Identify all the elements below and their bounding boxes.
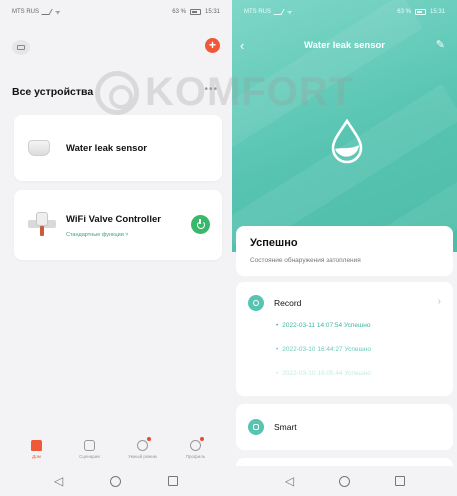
smart-card[interactable]: Smart	[236, 404, 453, 450]
standard-functions-dropdown[interactable]: Стандартные функции ˅	[66, 232, 129, 238]
tab-home[interactable]: Дом	[15, 440, 59, 459]
leak-sensor-icon	[28, 140, 50, 156]
valve-icon	[28, 212, 56, 236]
sensor-detail-screen: MTS RUS ᯤ 63 % 15:31 ‹ Water leak sensor…	[232, 0, 457, 496]
record-label: Record	[274, 298, 302, 308]
system-nav-bar: ◁	[232, 466, 457, 496]
page-title: Water leak sensor	[304, 40, 385, 51]
nav-home-button[interactable]	[107, 472, 125, 490]
clock: 15:31	[204, 9, 220, 15]
status-bar: MTS RUS ᯤ 63 % 15:31	[0, 0, 232, 24]
record-entry: 2022-03-11 14:07:54 Успешно	[276, 322, 370, 329]
device-list-screen: MTS RUS ᯤ 63 % 15:31 + Все устройства ••…	[0, 0, 232, 496]
device-name: WiFi Valve Controller	[66, 214, 161, 225]
water-drop-icon	[331, 118, 363, 164]
tab-label: Профиль	[185, 454, 206, 459]
tab-smart[interactable]: Умный режим	[121, 437, 165, 459]
status-description: Состояние обнаружения затопления	[250, 257, 361, 264]
clock: 15:31	[429, 9, 445, 15]
edit-pencil-icon[interactable]: ✎	[436, 38, 445, 51]
detection-status-card: Успешно Состояние обнаружения затопления	[236, 226, 453, 276]
battery-icon	[414, 9, 426, 15]
wifi-icon: ᯤ	[287, 10, 293, 16]
smart-icon	[137, 437, 151, 451]
tab-label: Умный режим	[128, 454, 157, 459]
tab-label: Дом	[32, 454, 41, 459]
scenes-icon	[84, 440, 95, 451]
smart-label: Smart	[274, 422, 297, 432]
carrier-label: MTS RUS	[12, 9, 39, 15]
tab-profile[interactable]: Профиль	[174, 437, 218, 459]
nav-back-button[interactable]: ◁	[281, 472, 299, 490]
record-entry: 2022-03-10 16:44:27 Успешно	[276, 346, 371, 353]
nav-recent-button[interactable]	[391, 472, 409, 490]
all-devices-title: Все устройства	[12, 86, 94, 98]
status-bar: MTS RUS ᯤ 63 % 15:31	[232, 0, 457, 24]
device-card-water-leak-sensor[interactable]: Water leak sensor	[14, 115, 222, 181]
wifi-icon: ᯤ	[55, 10, 61, 16]
record-card[interactable]: Record › 2022-03-11 14:07:54 Успешно 202…	[236, 282, 453, 396]
power-toggle-button[interactable]	[191, 215, 210, 234]
status-value: Успешно	[250, 237, 298, 249]
home-icon	[31, 440, 42, 451]
nav-back-button[interactable]: ◁	[50, 472, 68, 490]
battery-icon	[189, 9, 201, 15]
add-device-button[interactable]: +	[205, 38, 220, 53]
carrier-label: MTS RUS	[244, 9, 271, 15]
profile-icon	[190, 437, 204, 451]
more-horizontal-icon[interactable]: •••	[204, 84, 218, 95]
nav-recent-button[interactable]	[164, 472, 182, 490]
signal-icon	[41, 9, 53, 15]
smart-icon	[248, 419, 264, 435]
system-nav-bar: ◁	[0, 466, 232, 496]
sensor-header: MTS RUS ᯤ 63 % 15:31 ‹ Water leak sensor…	[232, 0, 457, 252]
device-card-wifi-valve-controller[interactable]: WiFi Valve Controller Стандартные функци…	[14, 190, 222, 260]
home-hub-icon[interactable]	[12, 40, 30, 55]
record-entry: 2022-03-10 16:05:44 Успешно	[276, 370, 371, 377]
tab-label: Сценарии	[79, 454, 100, 459]
nav-home-button[interactable]	[336, 472, 354, 490]
power-icon	[196, 218, 205, 229]
tab-scenes[interactable]: Сценарии	[68, 440, 112, 459]
battery-percent: 63 %	[172, 9, 186, 15]
record-icon	[248, 295, 264, 311]
battery-percent: 63 %	[397, 9, 411, 15]
signal-icon	[273, 9, 285, 15]
chevron-right-icon[interactable]: ›	[438, 296, 441, 307]
device-name: Water leak sensor	[66, 143, 147, 154]
